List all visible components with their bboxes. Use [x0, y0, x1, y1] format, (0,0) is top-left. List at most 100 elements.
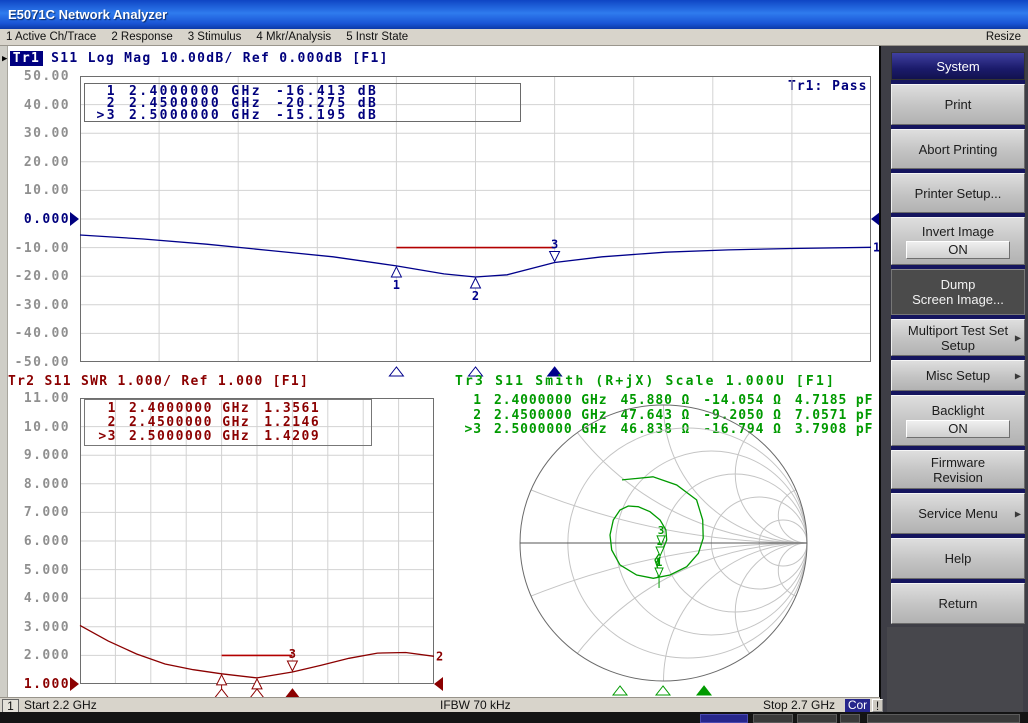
- marker-row: 1 2.4000000 GHz 1.3561: [91, 402, 371, 416]
- channel-badge: 1: [2, 699, 19, 713]
- y-tick-label: -20.00: [10, 269, 70, 283]
- alert-badge: !: [872, 699, 883, 712]
- softkey-service-menu[interactable]: Service Menu▶: [891, 493, 1025, 534]
- y-tick-label: 7.000: [10, 505, 70, 519]
- softkey-misc-setup[interactable]: Misc Setup ▶: [891, 360, 1025, 391]
- marker-freq: 2.5000000 GHz: [129, 110, 262, 122]
- tr3-header: Tr3 S11 Smith (R+jX) Scale 1.000U [F1]: [455, 374, 836, 389]
- softkey-column: System Print Abort Printing Printer Setup..…: [891, 52, 1025, 624]
- tr1-ref-level-marker-left[interactable]: [70, 212, 79, 226]
- tr2-ref-level-marker-left[interactable]: [70, 677, 79, 691]
- svg-text:3: 3: [289, 647, 296, 661]
- marker-n: >3: [91, 110, 117, 122]
- measurement-display: ▶ Tr1 S11 Log Mag 10.00dB/ Ref 0.000dB […: [0, 46, 879, 697]
- taskbar-cell: [797, 714, 837, 723]
- softkey-label: Misc Setup: [926, 368, 990, 383]
- softkey-toggle-state[interactable]: ON: [906, 241, 1010, 259]
- svg-text:1: 1: [393, 278, 400, 292]
- taskbar-cell: [700, 714, 748, 723]
- softkey-label: Return: [938, 596, 977, 611]
- menu-item-1-active-ch-trace[interactable]: 1 Active Ch/Trace: [6, 31, 96, 43]
- tr2-marker-table: 12.4000000 GHz1.356122.4500000 GHz1.2146…: [84, 399, 372, 446]
- marker-n: 2: [456, 409, 482, 424]
- submenu-arrow-icon: ▶: [1015, 509, 1021, 518]
- taskbar-cell: [753, 714, 793, 723]
- y-tick-label: 6.000: [10, 534, 70, 548]
- y-tick-label: 0.000: [10, 212, 70, 226]
- softkey-abort-printing[interactable]: Abort Printing: [891, 129, 1025, 169]
- softkey-label: Printer Setup...: [915, 186, 1002, 201]
- y-tick-label: 11.00: [10, 391, 70, 405]
- softkey-multiport-test-set-setup[interactable]: Multiport Test SetSetup▶: [891, 319, 1025, 356]
- marker-row: >32.5000000 GHz-15.195 dB: [91, 110, 520, 122]
- marker-n: 1: [91, 402, 117, 416]
- softkey-label: Help: [945, 551, 972, 566]
- taskbar-cell: [867, 714, 1020, 723]
- softkey-help[interactable]: Help: [891, 538, 1025, 579]
- softkey-backlight[interactable]: Backlight ON: [891, 395, 1025, 446]
- marker-n: 2: [91, 416, 117, 430]
- submenu-arrow-icon: ▶: [1015, 371, 1021, 380]
- softkey-toggle-state[interactable]: ON: [906, 420, 1010, 438]
- menu-item-5-instr-state[interactable]: 5 Instr State: [346, 31, 408, 43]
- ifbw-readout: IFBW 70 kHz: [440, 698, 511, 712]
- correction-badge: Cor: [845, 699, 870, 712]
- status-bar: 1 Start 2.2 GHz IFBW 70 kHz Stop 2.7 GHz…: [0, 697, 880, 712]
- y-tick-label: 4.000: [10, 591, 70, 605]
- tr1-header-text: S11 Log Mag 10.00dB/ Ref 0.000dB [F1]: [51, 51, 389, 66]
- window-titlebar: E5071C Network Analyzer: [0, 0, 1028, 29]
- stop-frequency: Stop 2.7 GHz: [763, 698, 835, 712]
- softkey-empty-panel: [887, 627, 1023, 713]
- marker-freq: 2.4000000 GHz: [129, 402, 250, 416]
- screen-bezel: [0, 46, 8, 697]
- marker-val: 1.3561: [264, 402, 320, 416]
- softkey-label: Screen Image...: [912, 292, 1004, 307]
- active-trace-arrow-icon: ▶: [2, 54, 9, 64]
- smith-chart[interactable]: 123: [510, 395, 879, 697]
- tr1-ref-level-marker-right: [871, 212, 879, 226]
- softkey-dump-screen-image[interactable]: DumpScreen Image...: [891, 269, 1025, 315]
- y-tick-label: 50.00: [10, 69, 70, 83]
- tr2-ref-level-marker-right: [434, 677, 443, 691]
- softkey-printer-setup[interactable]: Printer Setup...: [891, 173, 1025, 213]
- marker-row: >3 2.5000000 GHz 1.4209: [91, 430, 371, 444]
- softkey-label: Print: [945, 97, 972, 112]
- marker-n: >3: [456, 423, 482, 438]
- marker-val: 1.4209: [264, 430, 320, 444]
- softkey-label: Multiport Test Set: [908, 323, 1008, 338]
- softkey-print[interactable]: Print: [891, 84, 1025, 125]
- tr1-marker-table: 12.4000000 GHz-16.413 dB22.4500000 GHz-2…: [84, 83, 521, 122]
- svg-text:3: 3: [551, 237, 558, 251]
- softkey-label: Invert Image: [922, 224, 994, 239]
- marker-freq: 2.4500000 GHz: [129, 416, 250, 430]
- y-tick-label: -50.00: [10, 355, 70, 369]
- softkey-label: Revision: [933, 470, 983, 485]
- softkey-label: Firmware: [931, 455, 985, 470]
- menu-resize[interactable]: Resize: [986, 31, 1028, 43]
- softkey-return[interactable]: Return: [891, 583, 1025, 624]
- y-tick-label: 2.000: [10, 648, 70, 662]
- menu-item-2-response[interactable]: 2 Response: [111, 31, 172, 43]
- tr2-header: Tr2 S11 SWR 1.000/ Ref 1.000 [F1]: [8, 374, 309, 389]
- menu-item-4-mkr-analysis[interactable]: 4 Mkr/Analysis: [256, 31, 331, 43]
- softkey-label: Backlight: [932, 403, 985, 418]
- marker-freq: 2.5000000 GHz: [129, 430, 250, 444]
- window-title: E5071C Network Analyzer: [8, 7, 167, 22]
- start-frequency: Start 2.2 GHz: [24, 698, 97, 712]
- svg-text:3: 3: [658, 524, 665, 537]
- tr1-chip[interactable]: Tr1: [10, 51, 43, 66]
- softkey-system[interactable]: System: [891, 52, 1025, 80]
- y-tick-label: -40.00: [10, 326, 70, 340]
- y-tick-label: 40.00: [10, 98, 70, 112]
- softkey-invert-image[interactable]: Invert Image ON: [891, 217, 1025, 265]
- svg-text:1: 1: [656, 556, 663, 569]
- y-tick-label: 5.000: [10, 563, 70, 577]
- softkey-firmware-revision[interactable]: FirmwareRevision: [891, 450, 1025, 489]
- softkey-label: System: [936, 59, 979, 74]
- y-tick-label: 10.00: [10, 183, 70, 197]
- marker-row: 22.4500000 GHz1.2146: [91, 416, 371, 430]
- marker-n: >3: [91, 430, 117, 444]
- menu-items: 1 Active Ch/Trace 2 Response 3 Stimulus 4 M…: [0, 31, 986, 43]
- y-tick-label: 20.00: [10, 155, 70, 169]
- menu-item-3-stimulus[interactable]: 3 Stimulus: [188, 31, 242, 43]
